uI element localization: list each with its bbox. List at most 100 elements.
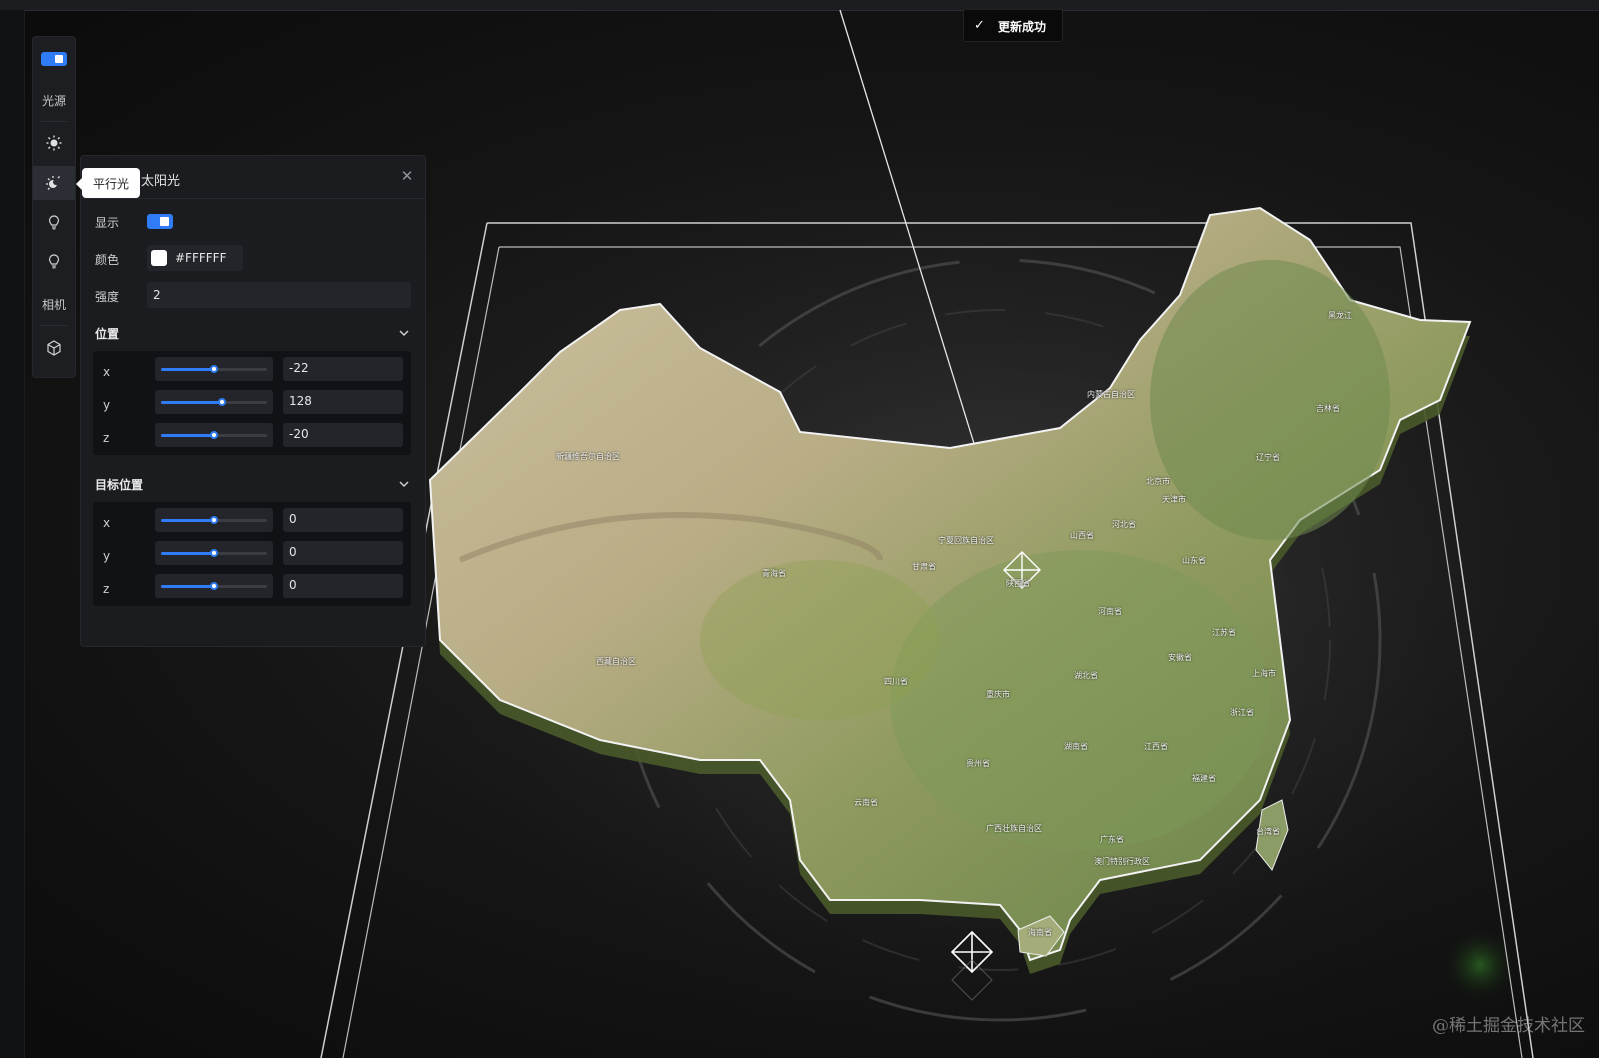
map-label: 上海市 xyxy=(1252,669,1276,678)
color-picker[interactable]: #FFFFFF xyxy=(147,245,243,271)
map-label: 安徽省 xyxy=(1168,653,1192,662)
toolbar-point-light[interactable] xyxy=(33,205,75,239)
map-label: 广西壮族自治区 xyxy=(986,824,1042,833)
toolbar-directional-light[interactable] xyxy=(33,166,75,200)
toolbar-divider xyxy=(41,121,67,122)
target-section-title: 目标位置 xyxy=(95,478,144,492)
slider-handle[interactable] xyxy=(210,582,218,590)
toolbar-toggle[interactable] xyxy=(33,42,75,76)
success-notification: ✓ 更新成功 xyxy=(963,9,1063,42)
map-label: 台湾省 xyxy=(1256,827,1280,836)
map-label: 海南省 xyxy=(1028,928,1052,937)
bulb-icon xyxy=(48,254,60,269)
toggle-icon xyxy=(41,52,67,66)
axis-label: y xyxy=(103,398,111,412)
map-label: 黑龙江 xyxy=(1328,311,1352,320)
left-toolbar: 光源 相机 xyxy=(32,36,76,378)
map-label: 新疆维吾尔自治区 xyxy=(556,452,620,461)
slider-handle[interactable] xyxy=(218,398,226,406)
position-y-slider[interactable] xyxy=(155,390,273,414)
target-group: x 0 y 0 z 0 xyxy=(93,502,411,606)
position-group: x -22 y 128 z -20 xyxy=(93,351,411,455)
map-label: 福建省 xyxy=(1192,774,1216,783)
map-label: 宁夏回族自治区 xyxy=(938,536,994,545)
sichuan-vegetation xyxy=(700,560,940,720)
axis-label: z xyxy=(103,431,110,445)
intensity-input[interactable]: 2 xyxy=(147,282,411,308)
slider-handle[interactable] xyxy=(210,431,218,439)
sun-moon-icon xyxy=(46,176,60,190)
sun-icon xyxy=(46,135,62,151)
toolbar-light-section: 光源 xyxy=(33,83,75,117)
map-label: 澳门特别行政区 xyxy=(1094,857,1150,866)
position-z-slider[interactable] xyxy=(155,423,273,447)
toolbar-divider xyxy=(41,325,67,326)
show-label: 显示 xyxy=(95,216,120,230)
check-icon: ✓ xyxy=(974,18,985,33)
map-label: 青海省 xyxy=(762,569,786,578)
axis-label: x xyxy=(103,365,111,379)
bulb-icon xyxy=(48,215,60,230)
axis-label: x xyxy=(103,516,111,530)
axis-label: z xyxy=(103,582,110,596)
light-settings-panel: 太阳光 ✕ 显示 颜色 #FFFFFF 强度 2 位置 x -22 y 128 … xyxy=(80,155,426,647)
slider-handle[interactable] xyxy=(210,549,218,557)
map-label: 重庆市 xyxy=(986,690,1010,699)
map-label: 山西省 xyxy=(1070,531,1094,540)
map-label: 甘肃省 xyxy=(912,562,936,571)
slider-handle[interactable] xyxy=(210,516,218,524)
map-label: 广东省 xyxy=(1100,835,1124,844)
notification-text: 更新成功 xyxy=(998,20,1047,34)
target-y-input[interactable]: 0 xyxy=(283,541,403,565)
toolbar-model[interactable] xyxy=(33,331,75,365)
northeast-forest xyxy=(1150,260,1390,540)
color-value: #FFFFFF xyxy=(175,251,227,265)
map-label: 西藏自治区 xyxy=(596,657,636,666)
map-label: 浙江省 xyxy=(1230,708,1254,717)
map-label: 天津市 xyxy=(1162,495,1186,504)
watermark: @稀土掘金技术社区 xyxy=(1432,1016,1585,1036)
map-label: 内蒙古自治区 xyxy=(1087,390,1135,399)
target-y-slider[interactable] xyxy=(155,541,273,565)
color-swatch[interactable] xyxy=(151,250,167,266)
map-label: 江西省 xyxy=(1144,742,1168,751)
map-label: 北京市 xyxy=(1146,477,1170,486)
map-label: 河北省 xyxy=(1112,520,1136,529)
target-z-input[interactable]: 0 xyxy=(283,574,403,598)
position-z-input[interactable]: -20 xyxy=(283,423,403,447)
toolbar-camera-section: 相机 xyxy=(33,287,75,321)
map-label: 山东省 xyxy=(1182,556,1206,565)
color-label: 颜色 xyxy=(95,253,120,267)
camera-section-label: 相机 xyxy=(41,297,66,312)
show-toggle[interactable] xyxy=(147,214,173,229)
map-label: 陕西省 xyxy=(1006,579,1030,588)
cube-icon xyxy=(47,340,61,356)
panel-title: 太阳光 xyxy=(141,174,181,189)
toolbar-spot-light[interactable] xyxy=(33,244,75,278)
position-x-input[interactable]: -22 xyxy=(283,357,403,381)
map-label: 河南省 xyxy=(1098,607,1122,616)
axis-label: y xyxy=(103,549,111,563)
toolbar-ambient-light[interactable] xyxy=(33,126,75,160)
intensity-label: 强度 xyxy=(95,290,120,304)
position-section-title: 位置 xyxy=(95,327,120,341)
map-label: 吉林省 xyxy=(1316,404,1340,413)
target-x-slider[interactable] xyxy=(155,508,273,532)
map-label: 辽宁省 xyxy=(1256,453,1280,462)
position-y-input[interactable]: 128 xyxy=(283,390,403,414)
map-label: 云南省 xyxy=(854,798,878,807)
map-label: 四川省 xyxy=(884,677,908,686)
map-label: 湖南省 xyxy=(1064,742,1088,751)
target-z-slider[interactable] xyxy=(155,574,273,598)
close-icon[interactable]: ✕ xyxy=(399,168,415,184)
map-label: 江苏省 xyxy=(1212,628,1236,637)
chevron-down-icon[interactable] xyxy=(399,479,409,489)
map-label: 湖北省 xyxy=(1074,671,1098,680)
chevron-down-icon[interactable] xyxy=(399,328,409,338)
position-x-slider[interactable] xyxy=(155,357,273,381)
slider-handle[interactable] xyxy=(210,365,218,373)
target-x-input[interactable]: 0 xyxy=(283,508,403,532)
south-vegetation xyxy=(890,550,1270,850)
directional-light-tooltip: 平行光 xyxy=(76,168,140,198)
light-section-label: 光源 xyxy=(41,93,66,108)
